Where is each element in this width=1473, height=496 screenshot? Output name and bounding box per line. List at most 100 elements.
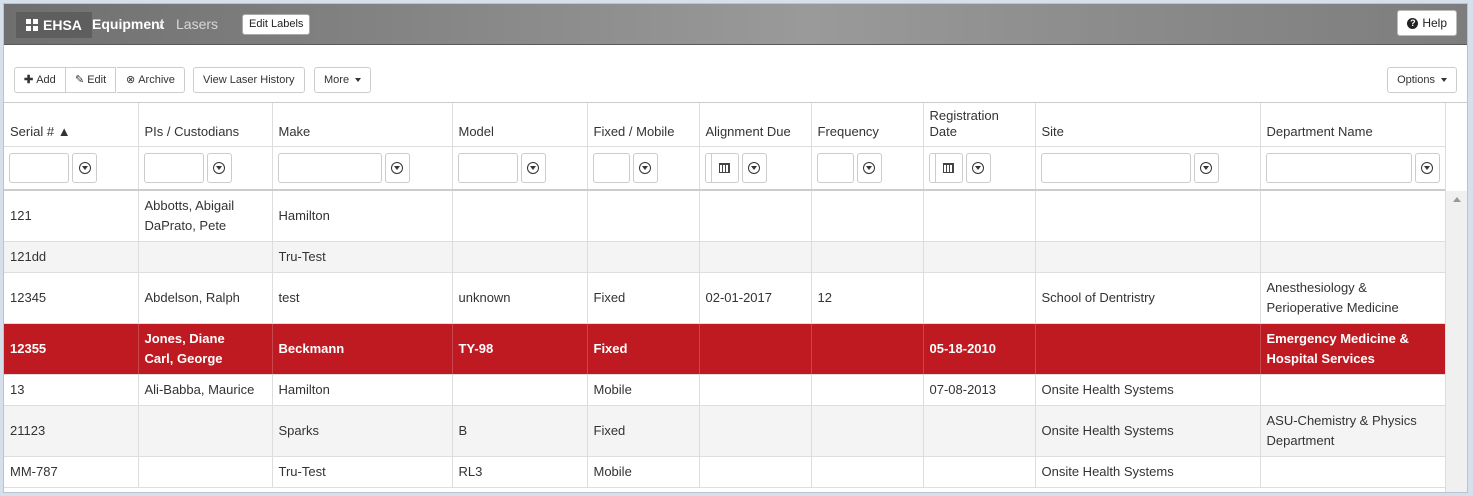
make-filter-input[interactable] (277, 152, 382, 183)
help-button[interactable]: ? Help (1397, 10, 1457, 36)
cell-fixed-mobile (587, 241, 700, 273)
site-filter-input[interactable] (1040, 152, 1191, 183)
column-header-alignment-due[interactable]: Alignment Due (699, 103, 812, 147)
view-laser-history-button[interactable]: View Laser History (193, 67, 305, 93)
cell-fixed-mobile: Mobile (587, 374, 700, 406)
cell-department (1260, 190, 1446, 242)
registration-calendar-button[interactable] (934, 152, 963, 183)
cell-site: School of Dentristry (1035, 272, 1261, 324)
pis-filter-button[interactable] (206, 152, 232, 183)
filter-icon (1200, 161, 1212, 174)
table-row[interactable]: 13 Ali-Babba, Maurice Hamilton Mobile 07… (4, 374, 1446, 406)
cell-serial: 12355 (4, 323, 139, 375)
alignment-date-input[interactable] (704, 152, 711, 183)
fixed-mobile-filter-button[interactable] (632, 152, 658, 183)
table-row[interactable]: 12345 Abdelson, Ralph test unknown Fixed… (4, 272, 1446, 324)
edit-labels-button[interactable]: Edit Labels (242, 14, 311, 35)
cell-make: test (272, 272, 453, 324)
frequency-filter-input[interactable] (816, 152, 854, 183)
registration-filter-button[interactable] (965, 152, 991, 183)
registration-date-input[interactable] (928, 152, 935, 183)
cell-frequency (811, 456, 924, 488)
archive-button[interactable]: ⊗ Archive (117, 67, 185, 93)
cell-make: Beckmann (272, 323, 453, 375)
cell-registration-date (923, 190, 1036, 242)
cell-alignment-due (699, 241, 812, 273)
column-header-serial[interactable]: Serial # ▲ (4, 103, 139, 147)
edit-button[interactable]: ✎ Edit (66, 67, 117, 93)
column-header-pis[interactable]: PIs / Custodians (138, 103, 273, 147)
add-button[interactable]: ✚ Add (14, 67, 66, 93)
column-header-make[interactable]: Make (272, 103, 453, 147)
filter-icon (748, 161, 760, 174)
options-label: Options (1397, 74, 1435, 86)
model-filter-button[interactable] (520, 152, 546, 183)
serial-filter-button[interactable] (72, 152, 97, 183)
options-dropdown-button[interactable]: Options (1387, 67, 1457, 93)
cell-fixed-mobile: Fixed (587, 405, 700, 457)
table-row[interactable]: 121 Abbotts, Abigail DaPrato, Pete Hamilt… (4, 190, 1446, 242)
lasers-grid: Serial # ▲ PIs / Custodians Make Model F… (4, 103, 1446, 488)
table-row-selected[interactable]: 12355 Jones, Diane Carl, George Beckmann … (4, 323, 1446, 375)
alignment-calendar-button[interactable] (710, 152, 739, 183)
column-header-fixed-mobile[interactable]: Fixed / Mobile (587, 103, 700, 147)
table-row[interactable]: 21123 Sparks B Fixed Onsite Health Syste… (4, 405, 1446, 457)
cell-registration-date: 07-08-2013 (923, 374, 1036, 406)
cell-model: RL3 (452, 456, 588, 488)
cell-make: Sparks (272, 405, 453, 457)
cell-frequency (811, 405, 924, 457)
breadcrumb-lasers: Lasers (176, 16, 219, 32)
cell-make: Hamilton (272, 374, 453, 406)
brand-button[interactable]: EHSA (16, 12, 92, 38)
more-dropdown-button[interactable]: More (314, 67, 372, 93)
cell-make: Hamilton (272, 190, 453, 242)
cell-alignment-due: 02-01-2017 (699, 272, 812, 324)
edit-label: Edit (87, 74, 107, 86)
cell-alignment-due (699, 405, 812, 457)
table-row[interactable]: 121dd Tru-Test (4, 241, 1446, 273)
model-filter-input[interactable] (457, 152, 518, 183)
breadcrumb-equipment[interactable]: Equipment (92, 16, 164, 32)
column-header-registration-date[interactable]: Registration Date (923, 103, 1036, 147)
cell-department (1260, 456, 1446, 488)
department-filter-input[interactable] (1265, 152, 1413, 183)
cell-frequency (811, 241, 924, 273)
site-filter-button[interactable] (1193, 152, 1219, 183)
action-toolbar: ✚ Add ✎ Edit ⊗ Archive View Laser Histor… (4, 46, 1467, 103)
cell-serial: 21123 (4, 405, 139, 457)
cell-pis (138, 456, 273, 488)
alignment-filter-button[interactable] (741, 152, 767, 183)
filter-icon (213, 161, 225, 174)
filter-icon (391, 161, 403, 174)
cell-registration-date (923, 405, 1036, 457)
column-header-department[interactable]: Department Name (1260, 103, 1446, 147)
vertical-scrollbar[interactable] (1445, 191, 1467, 492)
scroll-up-arrow-icon[interactable] (1453, 197, 1461, 202)
department-filter-button[interactable] (1415, 152, 1440, 183)
header-scroll-gap (1445, 103, 1467, 191)
column-header-frequency[interactable]: Frequency (811, 103, 924, 147)
cell-pis: Abbotts, Abigail DaPrato, Pete (138, 190, 273, 242)
filter-icon (863, 161, 875, 174)
frequency-filter-button[interactable] (856, 152, 882, 183)
cell-site: Onsite Health Systems (1035, 456, 1261, 488)
serial-filter-input[interactable] (9, 152, 69, 183)
filter-icon (972, 161, 984, 174)
fixed-mobile-filter-input[interactable] (592, 152, 630, 183)
question-circle-icon: ? (1407, 17, 1419, 29)
pis-filter-input[interactable] (143, 152, 204, 183)
help-label: Help (1422, 16, 1447, 30)
breadcrumb-separator: / (159, 16, 163, 32)
make-filter-button[interactable] (384, 152, 410, 183)
cell-fixed-mobile: Fixed (587, 323, 700, 375)
cell-frequency: 12 (811, 272, 924, 324)
column-header-site[interactable]: Site (1035, 103, 1261, 147)
table-row[interactable]: MM-787 Tru-Test RL3 Mobile Onsite Health… (4, 456, 1446, 488)
cell-department (1260, 374, 1446, 406)
column-header-model[interactable]: Model (452, 103, 588, 147)
filter-row (4, 146, 1446, 191)
cell-registration-date: 05-18-2010 (923, 323, 1036, 375)
caret-down-icon (355, 78, 362, 82)
lasers-table: Serial # ▲ PIs / Custodians Make Model F… (4, 103, 1446, 488)
cell-serial: MM-787 (4, 456, 139, 488)
